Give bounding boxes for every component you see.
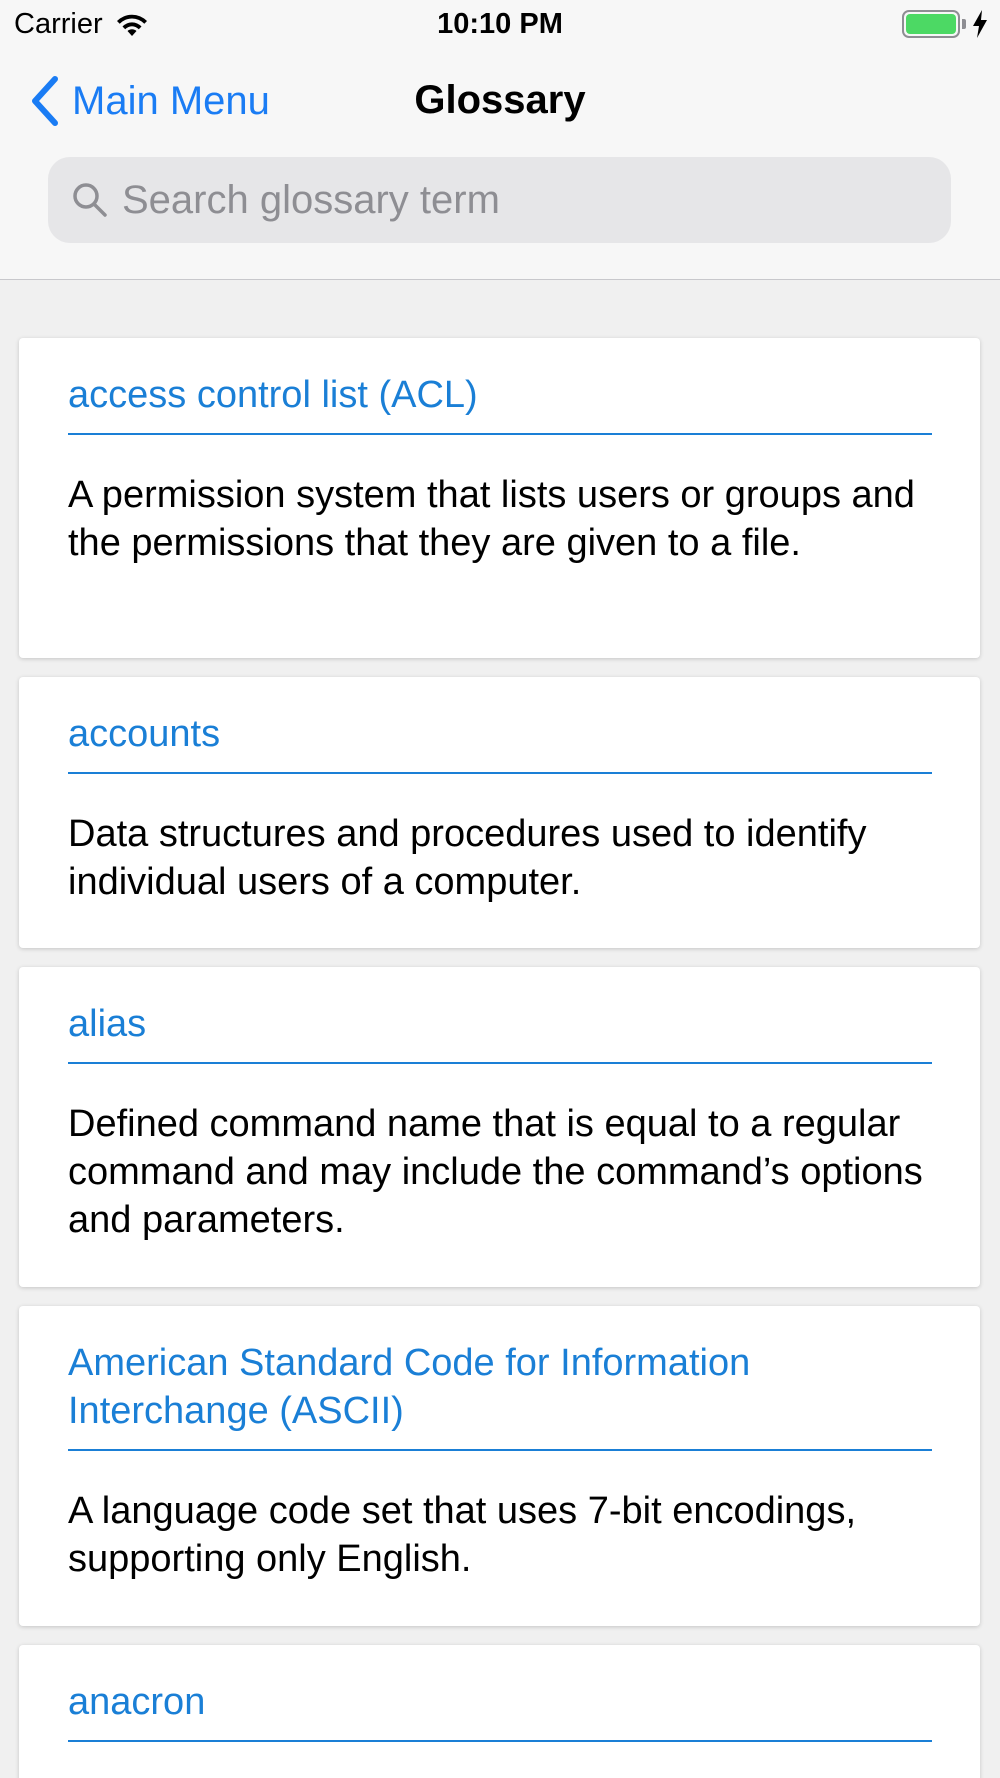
glossary-card: American Standard Code for Information I… (19, 1306, 980, 1626)
glossary-card: access control list (ACL) A permission s… (19, 338, 980, 658)
glossary-term[interactable]: alias (68, 1000, 908, 1048)
glossary-card: accounts Data structures and procedures … (19, 677, 980, 948)
glossary-definition: A language code set that uses 7-bit enco… (68, 1490, 856, 1580)
glossary-definition: Data structures and procedures used to i… (68, 813, 867, 903)
search-icon (73, 183, 107, 217)
page-title: Glossary (414, 78, 586, 122)
status-time: 10:10 PM (437, 8, 563, 40)
glossary-term[interactable]: anacron (68, 1678, 908, 1726)
glossary-card: alias Defined command name that is equal… (19, 967, 980, 1287)
battery-icon (902, 10, 960, 38)
glossary-list[interactable]: access control list (ACL) A permission s… (0, 281, 1000, 1778)
glossary-card: anacron (19, 1645, 980, 1778)
glossary-term[interactable]: accounts (68, 710, 908, 758)
glossary-definition: Defined command name that is equal to a … (68, 1103, 923, 1241)
glossary-term[interactable]: American Standard Code for Information I… (68, 1339, 868, 1435)
search-input[interactable] (122, 177, 902, 223)
glossary-term[interactable]: access control list (ACL) (68, 371, 908, 419)
term-divider (68, 1449, 932, 1451)
search-field[interactable] (48, 157, 951, 243)
battery-cap (962, 19, 966, 29)
term-divider (68, 1740, 932, 1742)
glossary-definition: A permission system that lists users or … (68, 474, 915, 564)
term-divider (68, 433, 932, 435)
navigation-header: Carrier 10:10 PM Main Menu Glossary (0, 0, 1000, 280)
battery-fill (906, 14, 956, 34)
status-bar: Carrier 10:10 PM (0, 0, 1000, 50)
term-divider (68, 772, 932, 774)
battery-indicator (902, 10, 988, 38)
charging-bolt-icon (973, 10, 987, 38)
nav-bar: Main Menu Glossary (0, 60, 1000, 144)
term-divider (68, 1062, 932, 1064)
